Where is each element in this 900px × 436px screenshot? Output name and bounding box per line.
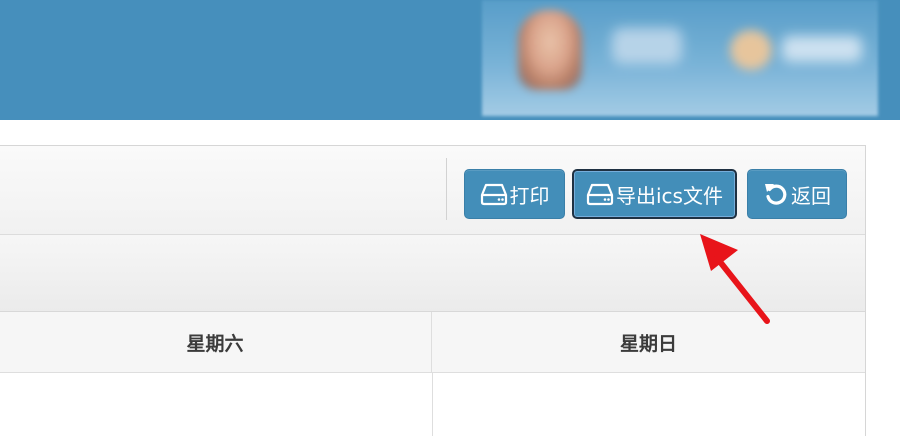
- column-header-saturday: 星期六: [0, 312, 432, 372]
- toolbar-divider: [446, 158, 447, 220]
- blurred-user-info: [612, 28, 682, 64]
- undo-icon: [763, 181, 789, 207]
- user-profile-area[interactable]: [482, 0, 878, 116]
- schedule-panel: 打印 导出ics文件 返回 星期六 星期日: [0, 145, 866, 436]
- print-button[interactable]: 打印: [464, 169, 565, 219]
- print-button-label: 打印: [509, 183, 550, 208]
- top-banner: [0, 0, 900, 120]
- export-ics-button[interactable]: 导出ics文件: [572, 169, 737, 219]
- back-button-label: 返回: [791, 183, 831, 208]
- calendar-column-divider: [432, 373, 433, 436]
- export-ics-button-label: 导出ics文件: [616, 183, 723, 208]
- toolbar: 打印 导出ics文件 返回: [0, 146, 865, 235]
- week-navigation-bar: [0, 235, 865, 312]
- blurred-badge-icon: [730, 30, 772, 70]
- hdd-icon: [480, 182, 508, 206]
- avatar[interactable]: [518, 10, 582, 90]
- back-button[interactable]: 返回: [747, 169, 847, 219]
- blurred-user-name: [782, 36, 862, 62]
- page: 打印 导出ics文件 返回 星期六 星期日: [0, 0, 900, 436]
- column-header-sunday: 星期日: [619, 332, 677, 355]
- hdd-icon: [586, 182, 614, 206]
- calendar-header-row: 星期六 星期日: [0, 312, 865, 373]
